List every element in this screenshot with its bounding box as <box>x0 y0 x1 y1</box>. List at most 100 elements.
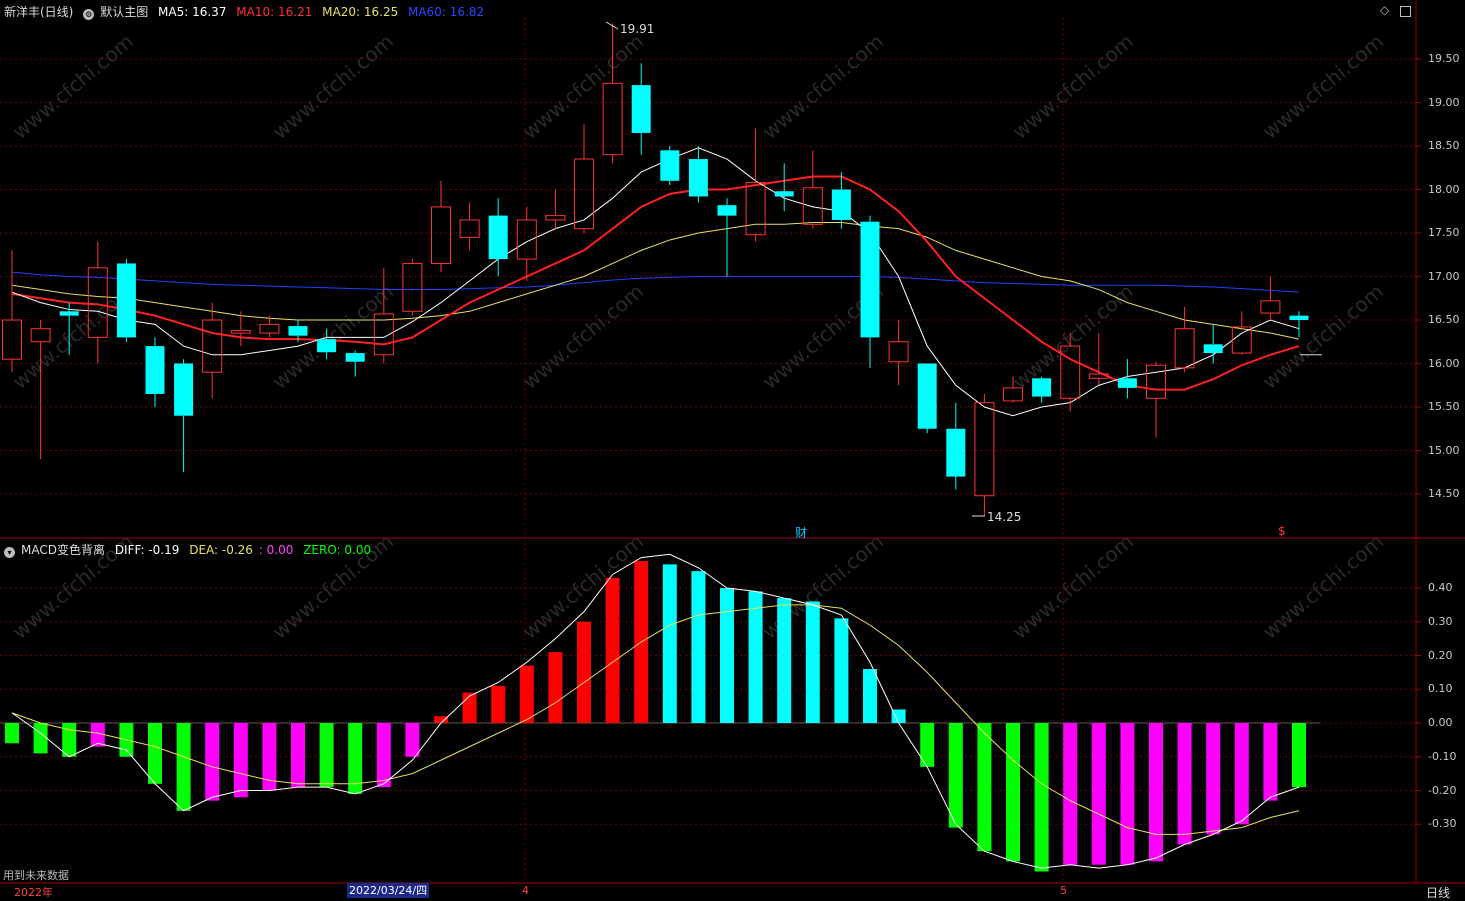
macd-bar <box>863 669 877 723</box>
macd-bar <box>1063 723 1078 865</box>
macd-bar <box>1206 723 1221 835</box>
candle-body-up <box>459 219 480 238</box>
price-axis-label: 18.00 <box>1428 182 1460 196</box>
watermark-text: www.cfchi.com <box>1258 529 1388 644</box>
price-axis-label: 19.00 <box>1428 95 1460 109</box>
stock-name[interactable]: 新洋丰(日线) <box>4 5 73 19</box>
price-axis-label: 19.50 <box>1428 52 1460 65</box>
macd-bar <box>577 621 591 723</box>
macd-zero: ZERO: 0.00 <box>303 543 372 557</box>
macd-lines <box>11 553 1300 869</box>
macd-bar <box>5 723 19 744</box>
macd-bar <box>1149 723 1163 862</box>
moving-average-lines <box>11 147 1300 417</box>
low-price-label: 14.25 <box>987 510 1022 524</box>
macd-axis-label: 0.20 <box>1428 648 1453 662</box>
macd-bar <box>319 723 334 788</box>
ma5-value: MA5: 16.37 <box>158 5 227 19</box>
candle-body-down <box>345 353 365 362</box>
watermark-text: www.cfchi.com <box>758 29 888 144</box>
candle-body-down <box>631 85 651 133</box>
macd-bar <box>1091 723 1106 865</box>
macd-bar <box>376 723 391 788</box>
candle-body-down <box>145 346 165 394</box>
period-button[interactable]: 日线 <box>1426 884 1450 901</box>
candle-body-up <box>259 323 280 334</box>
candle-body-up <box>888 341 909 363</box>
candle-body-up <box>230 329 251 334</box>
macd-axis-label: 0.00 <box>1428 716 1453 729</box>
candlesticks <box>2 23 1322 516</box>
candle-body-up <box>1231 326 1252 354</box>
candle-body-up <box>574 158 594 230</box>
price-axis-label: 17.50 <box>1428 226 1460 239</box>
high-arrow <box>605 21 619 30</box>
ma10-value: MA10: 16.21 <box>236 5 313 19</box>
macd-bar <box>1006 723 1020 862</box>
macd-bar <box>1292 723 1306 788</box>
candle-body-up <box>802 187 823 225</box>
macd-axis-label: 0.40 <box>1428 581 1453 594</box>
maximize-icon[interactable] <box>1400 6 1411 17</box>
candle-body-down <box>317 339 337 353</box>
watermark-text: www.cfchi.com <box>1008 529 1138 644</box>
candle-body-down <box>860 221 880 338</box>
watermark-text: www.cfchi.com <box>1258 29 1388 144</box>
watermark-text: www.cfchi.com <box>518 29 648 144</box>
macd-bar <box>148 723 162 784</box>
month-5-label: 5 <box>1060 884 1067 897</box>
macd-bar <box>233 723 248 798</box>
main-chart-name[interactable]: 默认主图 <box>100 5 148 19</box>
watermark-text: www.cfchi.com <box>1258 279 1388 394</box>
diff-line <box>11 553 1300 869</box>
macd-axis-label: -0.20 <box>1428 783 1457 797</box>
macd-bar <box>805 601 820 723</box>
macd-axis-label: -0.10 <box>1428 749 1457 763</box>
price-axis-label: 14.50 <box>1428 487 1460 500</box>
macd-bar <box>405 723 420 757</box>
macd-bar <box>1263 723 1278 801</box>
candle-body-down <box>946 428 966 477</box>
future-data-notice: 用到未来数据 <box>3 869 69 882</box>
candle-body-up <box>1174 328 1195 369</box>
macd-bar <box>748 591 763 723</box>
macd-bar <box>491 685 506 723</box>
macd-bar <box>720 588 734 723</box>
price-axis-label: 16.00 <box>1428 356 1460 370</box>
macd-bar <box>920 723 935 767</box>
price-header: 新洋丰(日线) ⚙ 默认主图 MA5: 16.37 MA10: 16.21 MA2… <box>4 3 490 20</box>
chevron-down-icon[interactable]: ▾ <box>4 547 15 558</box>
candle-body-up <box>1146 364 1166 399</box>
candle-body-down <box>1203 344 1223 354</box>
dividend-marker[interactable]: $ <box>1278 524 1286 538</box>
selected-date: 2022/03/24/四 <box>347 883 430 898</box>
candle-body-down <box>1117 378 1137 388</box>
candle-body-down <box>174 363 194 416</box>
diamond-icon[interactable]: ◇ <box>1380 3 1389 17</box>
price-axis-label: 17.00 <box>1428 269 1460 283</box>
gear-icon[interactable]: ⚙ <box>83 9 95 20</box>
macd-bar <box>519 665 534 723</box>
candle-body-down <box>59 311 79 316</box>
financial-report-marker[interactable]: 财 <box>795 524 807 541</box>
macd-bar <box>834 618 849 723</box>
macd-bar <box>33 723 48 754</box>
macd-histogram <box>5 561 1306 872</box>
watermark-text: www.cfchi.com <box>8 29 138 144</box>
macd-axis-label: -0.30 <box>1428 817 1457 831</box>
ma60-value: MA60: 16.82 <box>408 5 485 19</box>
macd-indicator-name[interactable]: MACD变色背离 <box>21 543 105 557</box>
watermark-text: www.cfchi.com <box>268 279 398 394</box>
kline-chart[interactable]: www.cfchi.com www.cfchi.com www.cfchi.com w… <box>0 0 1465 899</box>
price-axis-label: 18.50 <box>1428 139 1460 152</box>
macd-bar <box>1034 723 1049 872</box>
ma60-line <box>11 271 1300 293</box>
watermark-text: www.cfchi.com <box>268 29 398 144</box>
price-axis-label: 15.00 <box>1428 443 1460 457</box>
candle-body-up <box>745 182 766 236</box>
candle-body-up <box>431 206 451 264</box>
ma10-line <box>11 175 1300 391</box>
candle-body-down <box>774 191 794 197</box>
year-label: 2022年 <box>14 886 53 899</box>
macd-bar <box>777 598 792 723</box>
